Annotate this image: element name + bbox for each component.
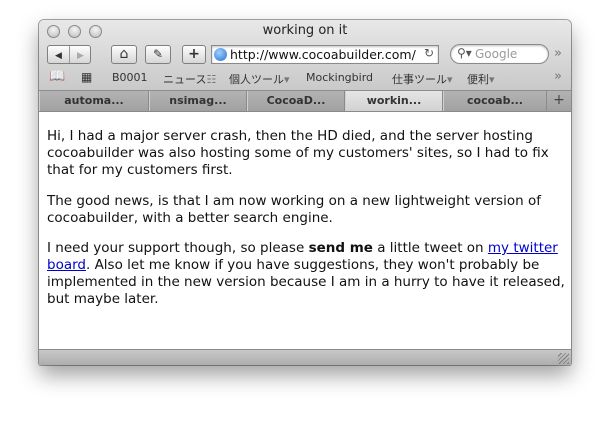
edit-button[interactable]: ✎ xyxy=(145,45,171,64)
window-chrome: working on it ◀ ▶ ⌂ ✎ + http://www.cocoa… xyxy=(39,20,571,91)
home-icon: ⌂ xyxy=(119,46,129,62)
dropdown-arrow-icon: ▾ xyxy=(447,73,453,86)
paragraph-intro: Hi, I had a major server crash, then the… xyxy=(47,128,549,178)
bookmark-mockingbird[interactable]: Mockingbird xyxy=(306,71,373,84)
browser-window: working on it ◀ ▶ ⌂ ✎ + http://www.cocoa… xyxy=(39,20,571,365)
bookmarks-bar: 📖 ▦ B0001 ニュース☷ 個人ツール▾ Mockingbird 仕事ツール… xyxy=(39,68,571,88)
reload-icon[interactable]: ↻ xyxy=(424,46,434,60)
search-icon: ⚲▾ xyxy=(457,46,472,60)
window-title: working on it xyxy=(262,23,348,38)
tab-cocoad[interactable]: CocoaD... xyxy=(247,91,345,111)
grid-icon[interactable]: ▦ xyxy=(81,70,92,84)
url-text: http://www.cocoabuilder.com/ xyxy=(230,47,416,62)
bookmark-useful[interactable]: 便利▾ xyxy=(467,71,495,87)
status-bar xyxy=(39,349,571,365)
tab-automa[interactable]: automa... xyxy=(39,91,149,111)
home-button[interactable]: ⌂ xyxy=(111,45,137,64)
bookmarks-overflow-icon[interactable]: » xyxy=(554,69,562,84)
paragraph-support: I need your support though, so please se… xyxy=(47,240,565,307)
search-placeholder: Google xyxy=(475,47,518,61)
tab-bar: automa... nsimag... CocoaD... workin... … xyxy=(39,91,571,112)
emphasis-text: send me xyxy=(308,240,373,256)
tab-nsimag[interactable]: nsimag... xyxy=(149,91,247,111)
bookmark-b0001[interactable]: B0001 xyxy=(112,71,148,84)
back-forward-control: ◀ ▶ xyxy=(47,45,91,64)
resize-grip-icon[interactable] xyxy=(558,353,569,364)
address-bar[interactable]: http://www.cocoabuilder.com/ ↻ xyxy=(211,45,439,64)
bookmark-personal-tools[interactable]: 個人ツール▾ xyxy=(229,71,290,87)
back-arrow-icon: ◀ xyxy=(55,51,62,61)
toolbar-overflow-icon[interactable]: » xyxy=(554,46,562,61)
new-tab-button[interactable]: + xyxy=(547,91,571,111)
back-button[interactable]: ◀ xyxy=(48,46,69,65)
search-field[interactable]: ⚲▾ Google xyxy=(450,44,549,64)
book-icon[interactable]: 📖 xyxy=(49,69,65,84)
globe-icon xyxy=(214,48,227,61)
page-content: Hi, I had a major server crash, then the… xyxy=(39,112,571,349)
bookmark-news[interactable]: ニュース☷ xyxy=(163,71,216,87)
paragraph-news: The good news, is that I am now working … xyxy=(47,193,541,226)
tab-workin[interactable]: workin... xyxy=(345,91,443,111)
dropdown-arrow-icon: ▾ xyxy=(284,73,290,86)
plus-icon: + xyxy=(188,46,200,62)
tab-cocoab[interactable]: cocoab... xyxy=(443,91,547,111)
folder-icon: ☷ xyxy=(206,73,217,86)
forward-arrow-icon: ▶ xyxy=(77,51,84,61)
forward-button[interactable]: ▶ xyxy=(70,46,91,65)
pencil-icon: ✎ xyxy=(152,47,164,61)
add-bookmark-button[interactable]: + xyxy=(182,45,206,64)
dropdown-arrow-icon: ▾ xyxy=(489,73,495,86)
bookmark-work-tools[interactable]: 仕事ツール▾ xyxy=(392,71,453,87)
